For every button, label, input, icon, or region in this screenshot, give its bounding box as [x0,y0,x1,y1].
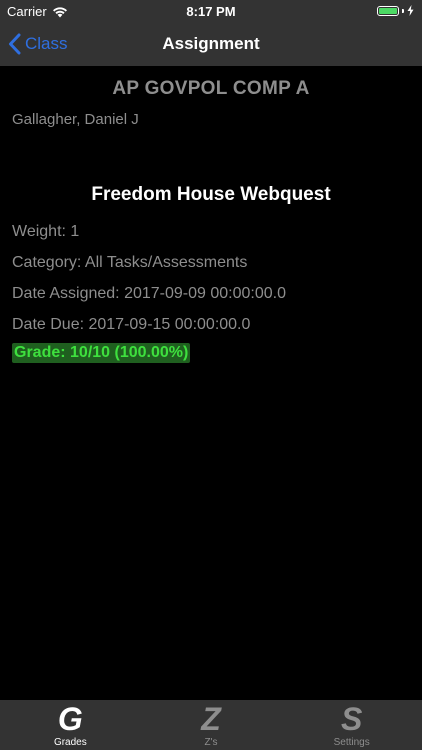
tab-label: Grades [53,737,87,748]
settings-icon: S [341,701,363,737]
assignment-category: Category: All Tasks/Assessments [12,254,248,271]
grade-row: Grade: 10/10 (100.00%) [12,343,422,363]
tab-grades[interactable]: G Grades [0,700,141,750]
assignment-content: AP GOVPOL COMP A Gallagher, Daniel J Fre… [0,66,422,363]
assignment-weight: Weight: 1 [12,223,80,240]
assignment-date-due: Date Due: 2017-09-15 00:00:00.0 [12,316,251,333]
page-title: Assignment [162,34,260,53]
tab-label: Z's [204,737,218,748]
battery-indicator [377,5,414,16]
tab-label: Settings [333,737,370,748]
battery-icon [377,5,399,16]
assignment-title: Freedom House Webquest [91,184,331,205]
assignment-date-assigned: Date Assigned: 2017-09-09 00:00:00.0 [12,285,286,302]
teacher-name: Gallagher, Daniel J [12,111,139,128]
tab-bar: G Grades Z Z's S Settings [0,700,422,750]
tab-settings[interactable]: S Settings [281,700,422,750]
charging-bolt-icon [407,5,414,16]
status-time: 8:17 PM [186,4,236,19]
navigation-bar: Class Assignment [0,22,422,66]
grade-badge: Grade: 10/10 (100.00%) [12,343,191,363]
grades-icon: G [57,701,83,737]
status-bar: Carrier 8:17 PM [0,0,422,22]
zs-icon: Z [201,701,221,737]
class-name: AP GOVPOL COMP A [112,78,310,99]
tab-zs[interactable]: Z Z's [141,700,282,750]
